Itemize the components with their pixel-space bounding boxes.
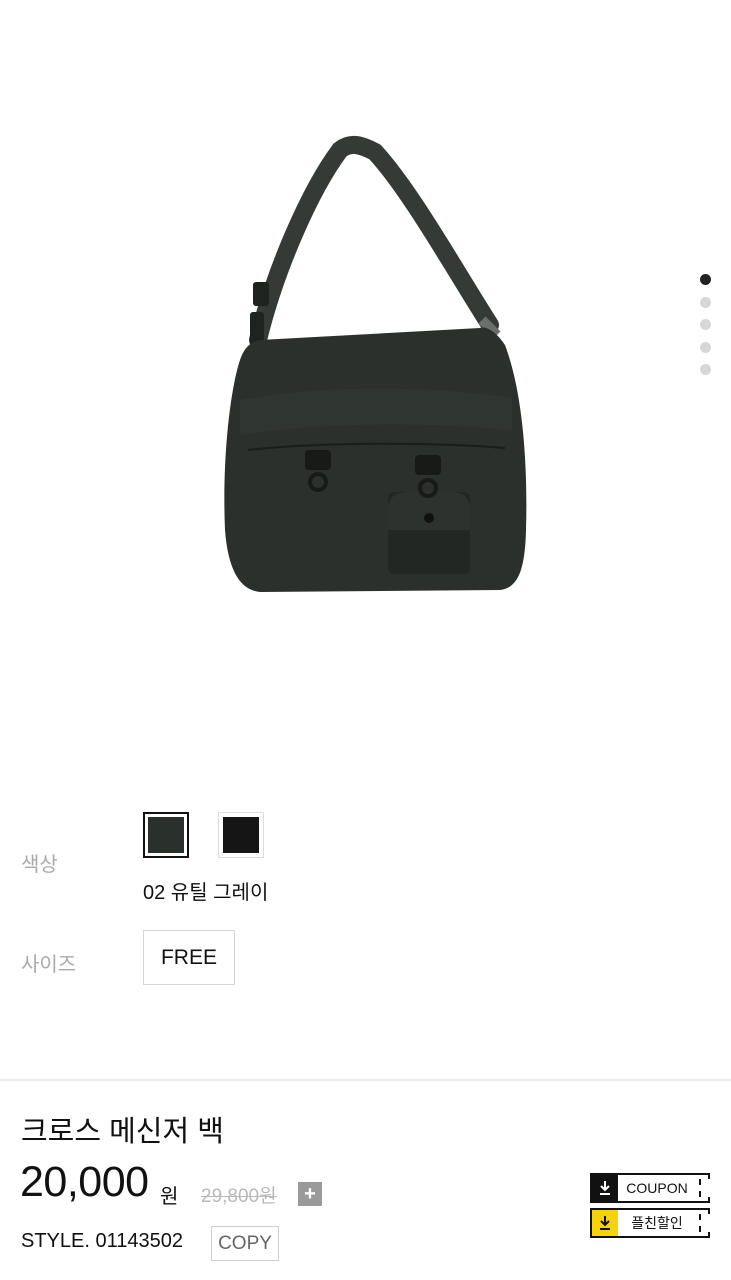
original-price: 29,800원 (201, 1186, 277, 1207)
selected-color-name: 02 유틸 그레이 (143, 882, 269, 904)
slide-dot[interactable] (700, 341, 711, 353)
swatch-fill (148, 817, 184, 853)
coupon-download-button[interactable]: COUPON (590, 1173, 710, 1203)
section-divider (0, 1079, 731, 1081)
size-option-label: 사이즈 (21, 954, 77, 976)
swatch-fill (223, 817, 259, 853)
friend-discount-label: 플친할인 (631, 1215, 683, 1231)
sale-price: 20,000 (20, 1158, 149, 1206)
color-swatch-black[interactable] (218, 812, 264, 858)
friend-discount-button[interactable]: 플친할인 (590, 1208, 710, 1238)
size-button-free[interactable]: FREE (143, 930, 235, 985)
style-number: STYLE. 01143502 (21, 1230, 183, 1252)
slide-dot[interactable] (700, 274, 711, 285)
slide-dot[interactable] (700, 296, 711, 308)
price-detail-plus-button[interactable]: + (298, 1182, 322, 1206)
download-icon (592, 1175, 618, 1201)
product-title: 크로스 메신저 백 (21, 1116, 224, 1148)
ticket-notch (699, 1179, 710, 1197)
product-image-gallery[interactable] (0, 0, 731, 760)
color-option-label: 색상 (21, 854, 58, 876)
slide-dot[interactable] (700, 364, 711, 375)
ticket-notch (699, 1214, 710, 1232)
price-unit: 원 (160, 1186, 179, 1208)
download-icon (592, 1210, 618, 1236)
copy-style-button[interactable]: COPY (211, 1226, 279, 1261)
color-swatch-util-gray[interactable] (143, 812, 189, 858)
coupon-label: COUPON (626, 1180, 688, 1196)
product-image (224, 136, 527, 592)
slide-indicator[interactable] (700, 274, 714, 387)
slide-dot[interactable] (700, 319, 711, 330)
